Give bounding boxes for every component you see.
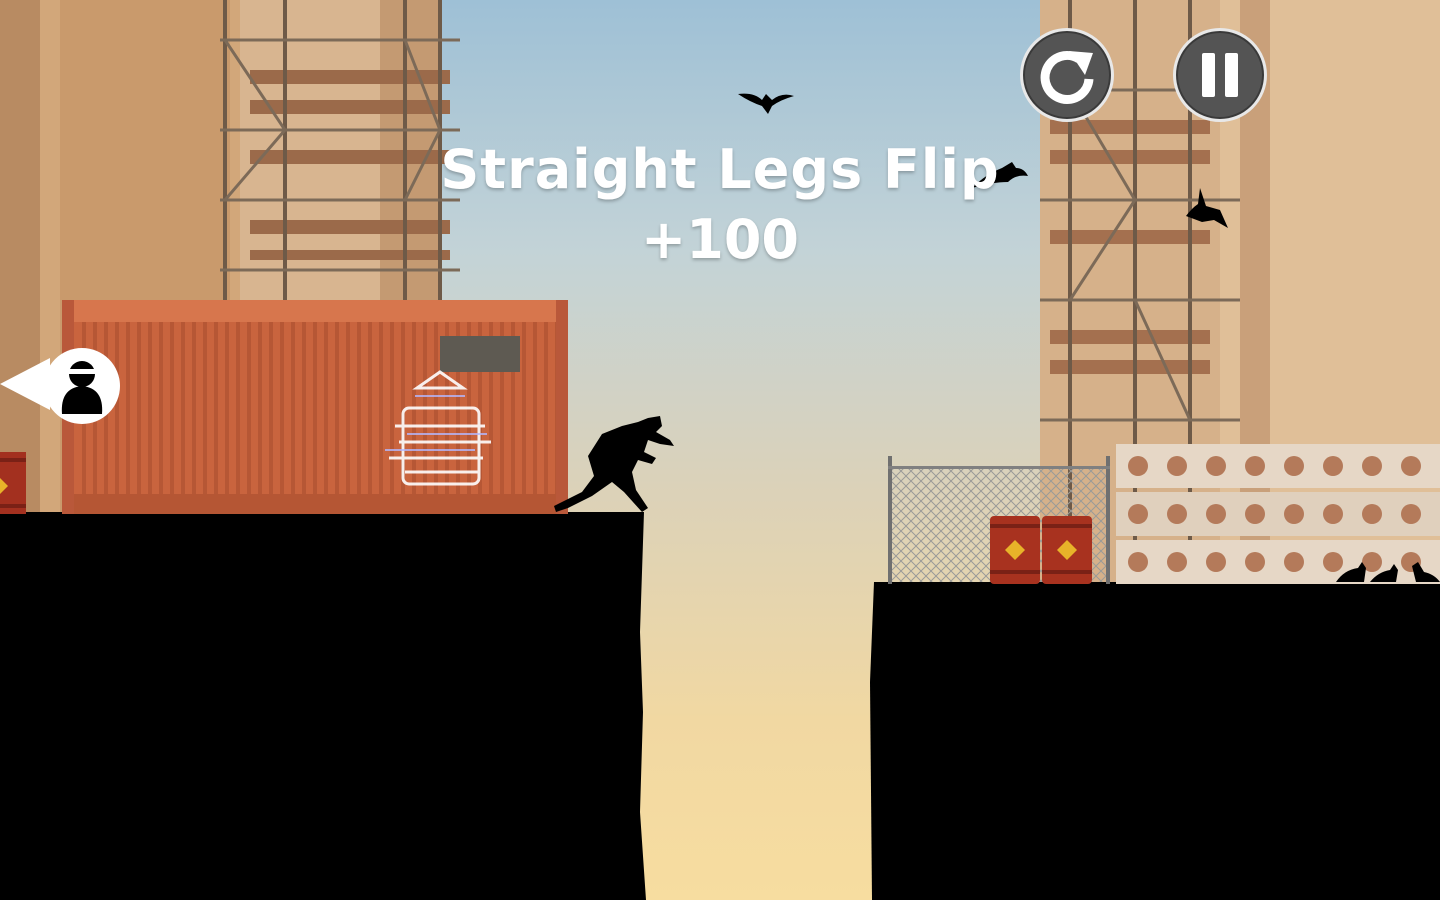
restart-icon [1040, 51, 1094, 104]
trick-points: +100 [641, 208, 799, 271]
oil-barrel-left [0, 452, 26, 514]
pause-button[interactable] [1173, 28, 1267, 122]
pigeons-on-rooftop [1336, 562, 1440, 582]
pause-icon [1202, 53, 1238, 97]
left-rooftop [0, 512, 646, 900]
trick-name: Straight Legs Flip [440, 138, 1000, 201]
bonus-item[interactable] [385, 368, 495, 488]
right-rooftop [870, 582, 1440, 900]
player-runner [554, 416, 674, 512]
chaser-indicator[interactable] [0, 344, 124, 428]
bird [1186, 188, 1228, 228]
restart-button[interactable] [1020, 28, 1114, 122]
bird [738, 93, 794, 114]
game-scene[interactable]: Straight Legs Flip +100 [0, 0, 1440, 900]
oil-barrels-right [990, 516, 1092, 584]
